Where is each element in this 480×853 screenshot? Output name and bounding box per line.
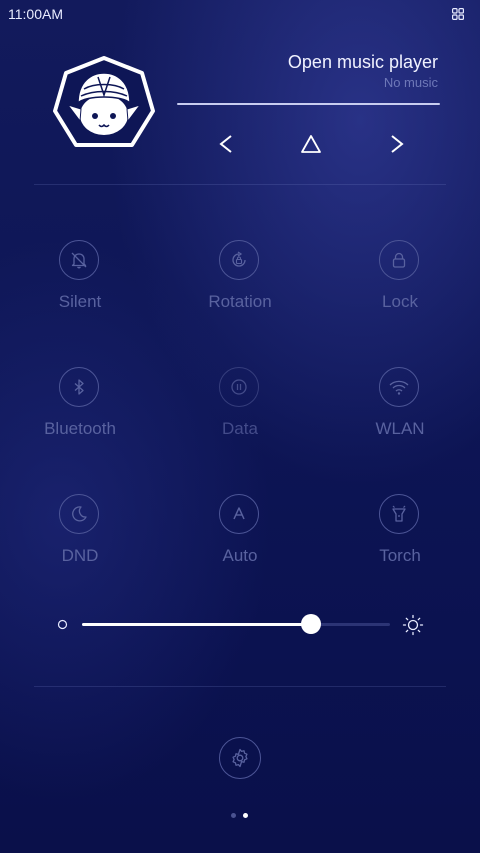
divider-bottom <box>34 686 446 687</box>
tile-data[interactable]: Data <box>180 367 300 457</box>
moon-icon <box>72 506 87 522</box>
play-button[interactable] <box>291 128 331 160</box>
mobile-data-icon <box>231 379 247 395</box>
auto-brightness-icon <box>233 507 245 520</box>
avatar-icon[interactable] <box>52 55 156 153</box>
tile-wlan-label: WLAN <box>375 419 425 438</box>
tile-bluetooth-ring <box>59 367 99 407</box>
page-dot-1 <box>231 813 236 818</box>
tile-wlan[interactable]: WLAN <box>340 367 460 457</box>
padlock-icon <box>392 252 406 268</box>
music-subtitle: No music <box>383 75 438 90</box>
status-time: 11:00AM <box>8 6 63 22</box>
triangle-play-icon <box>301 135 321 153</box>
music-title[interactable]: Open music player <box>288 52 438 73</box>
tile-torch-ring <box>379 494 419 534</box>
grid-icon <box>452 8 464 20</box>
settings-button[interactable] <box>219 737 261 779</box>
tile-silent-label: Silent <box>58 292 102 311</box>
tile-auto[interactable]: Auto <box>180 494 300 584</box>
bluetooth-icon <box>74 379 84 395</box>
brightness-thumb[interactable] <box>301 614 322 634</box>
flashlight-icon <box>392 505 406 522</box>
chevron-left-icon <box>219 135 232 153</box>
page-indicator <box>228 813 252 819</box>
tile-torch[interactable]: Torch <box>340 494 460 584</box>
page-dot-2 <box>243 813 248 818</box>
wifi-icon <box>389 380 409 395</box>
music-progress-line <box>177 103 440 105</box>
tile-silent-ring <box>59 240 99 280</box>
tile-data-label: Data <box>222 419 258 438</box>
tile-rotation-label: Rotation <box>208 292 272 311</box>
divider-top <box>34 184 446 185</box>
tile-rotation-ring <box>219 240 259 280</box>
chevron-right-icon <box>391 135 404 153</box>
tile-torch-label: Torch <box>379 546 421 565</box>
brightness-slider[interactable] <box>82 614 390 634</box>
tile-rotation[interactable]: Rotation <box>180 240 300 330</box>
tile-data-ring <box>219 367 259 407</box>
sun-icon <box>402 614 424 636</box>
tile-silent[interactable]: Silent <box>20 240 140 330</box>
tile-auto-label: Auto <box>222 546 258 565</box>
brightness-fill <box>82 623 312 626</box>
tile-dnd[interactable]: DND <box>20 494 140 584</box>
gear-icon <box>232 748 248 768</box>
next-button[interactable] <box>377 128 417 160</box>
bell-off-icon <box>71 252 87 269</box>
tile-bluetooth[interactable]: Bluetooth <box>20 367 140 457</box>
tile-lock[interactable]: Lock <box>340 240 460 330</box>
tile-lock-ring <box>379 240 419 280</box>
rotation-lock-icon <box>232 251 246 267</box>
tile-lock-label: Lock <box>382 292 418 311</box>
tile-auto-ring <box>219 494 259 534</box>
dim-circle-icon <box>57 619 68 630</box>
tile-dnd-label: DND <box>61 546 99 565</box>
tile-dnd-ring <box>59 494 99 534</box>
tile-wlan-ring <box>379 367 419 407</box>
previous-button[interactable] <box>206 128 246 160</box>
tile-bluetooth-label: Bluetooth <box>44 419 116 438</box>
